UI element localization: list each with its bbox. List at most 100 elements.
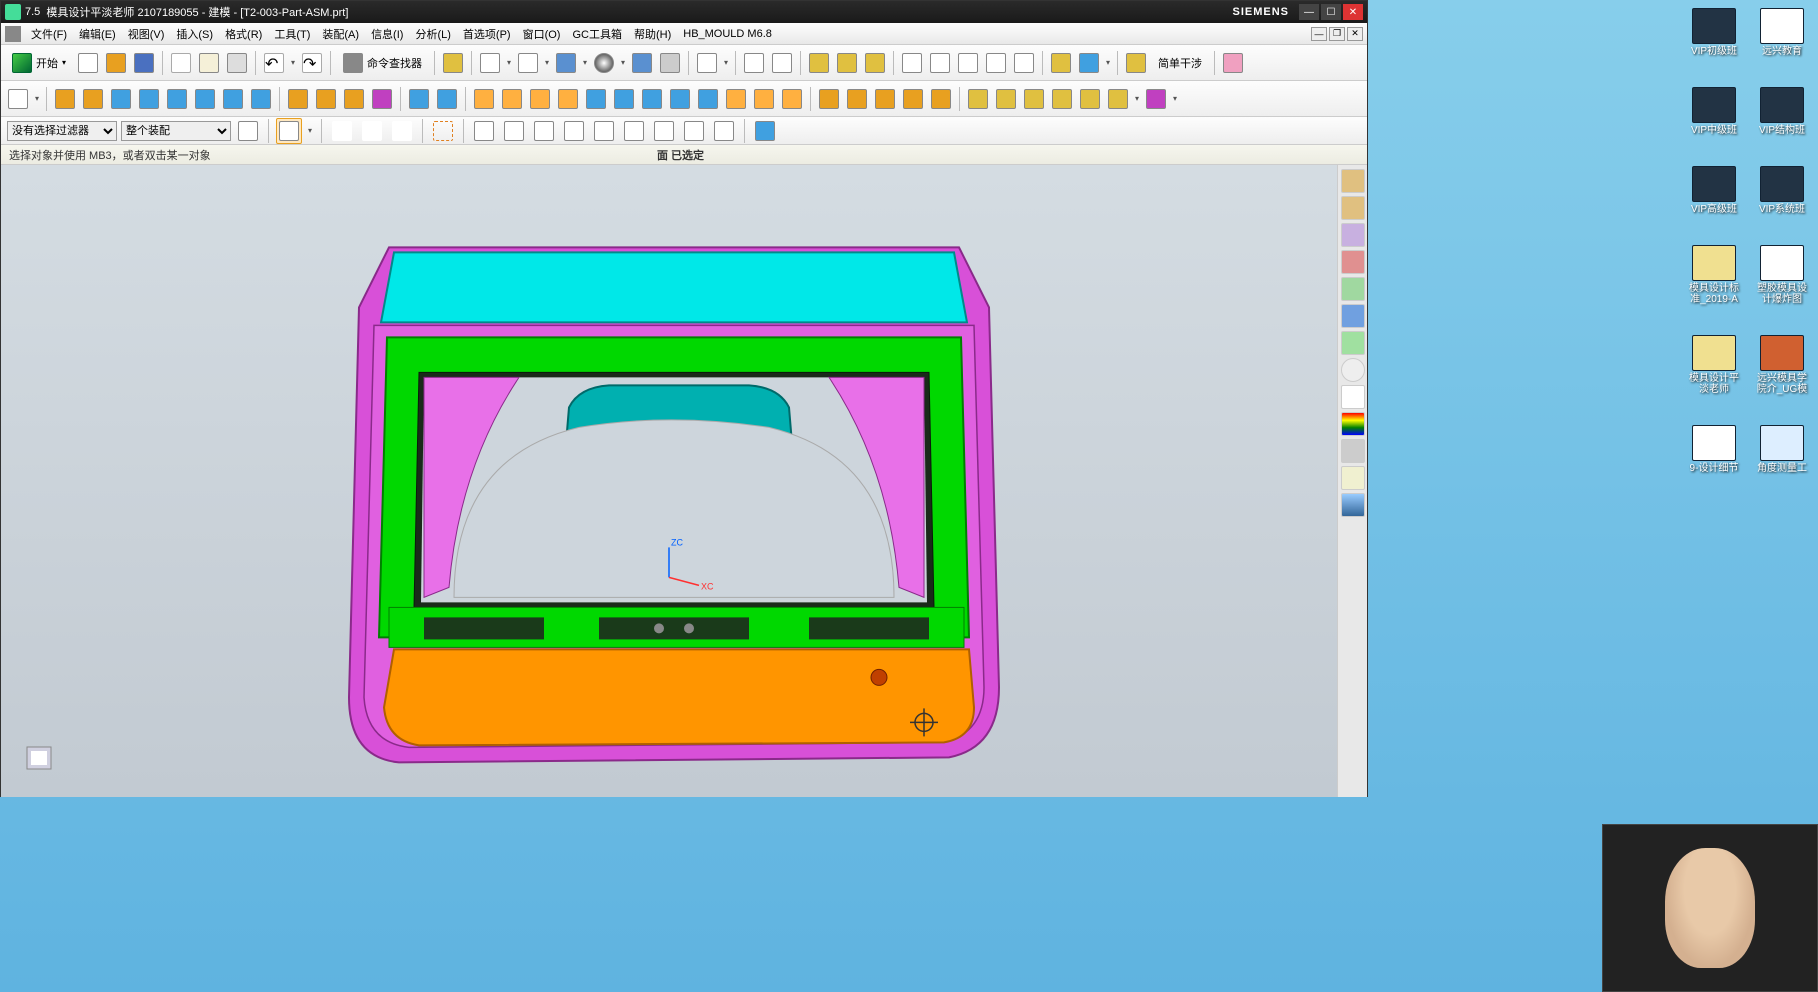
snap-pt4[interactable] [561, 118, 587, 144]
start-button[interactable]: 开始▾ [5, 50, 73, 76]
tb-chamfer[interactable] [499, 86, 525, 112]
tb-asm1[interactable] [440, 50, 466, 76]
tb-revolve[interactable] [248, 86, 274, 112]
tb-ghost[interactable] [657, 50, 683, 76]
desktop-icon-plastic[interactable]: 塑胶模具设计爆炸图 [1754, 245, 1810, 305]
tb-view2-dd[interactable]: ▾ [543, 50, 551, 76]
tb-mirror[interactable] [639, 86, 665, 112]
maximize-button[interactable]: ☐ [1321, 4, 1341, 20]
tb-wire[interactable] [629, 50, 655, 76]
tb-block[interactable] [164, 86, 190, 112]
desktop-icon-teacher[interactable]: 模具设计平淡老师 [1686, 335, 1742, 395]
tb-meas5[interactable] [1011, 50, 1037, 76]
sel-snap1[interactable] [276, 118, 302, 144]
simple-interfere-button[interactable]: 简单干涉 [1151, 50, 1209, 76]
tb-mold1[interactable] [965, 86, 991, 112]
tb-extend[interactable] [751, 86, 777, 112]
snap-pt3[interactable] [531, 118, 557, 144]
rb-nav[interactable] [1341, 169, 1365, 193]
tb-view1-dd[interactable]: ▾ [505, 50, 513, 76]
menu-gctoolbox[interactable]: GC工具箱 [566, 26, 628, 42]
rb-clock[interactable] [1341, 358, 1365, 382]
tb-sketch-dd[interactable]: ▾ [33, 86, 41, 112]
tb-layer-dd[interactable]: ▾ [722, 50, 730, 76]
tb-datum[interactable] [52, 86, 78, 112]
selection-filter-select[interactable]: 没有选择过滤器 [7, 121, 117, 141]
tb-shell[interactable] [555, 86, 581, 112]
tb-cone[interactable] [136, 86, 162, 112]
snap-pt1[interactable] [471, 118, 497, 144]
tb-mold5[interactable] [1077, 86, 1103, 112]
close-button[interactable]: ✕ [1343, 4, 1363, 20]
desktop-icon-std2019[interactable]: 模具设计标准_2019-A [1686, 245, 1742, 305]
tb-view2[interactable] [515, 50, 541, 76]
menu-format[interactable]: 格式(R) [219, 26, 268, 42]
sel-arrow[interactable] [235, 118, 261, 144]
sel-rect[interactable] [430, 118, 456, 144]
tb-part1[interactable] [806, 50, 832, 76]
tb-split[interactable] [369, 86, 395, 112]
tb-pattern[interactable] [667, 86, 693, 112]
tb-meas4[interactable] [983, 50, 1009, 76]
copy-button[interactable] [196, 50, 222, 76]
menu-help[interactable]: 帮助(H) [628, 26, 677, 42]
desktop-icon-intro[interactable]: 远兴模具学院介_UG模 [1754, 335, 1810, 395]
tb-sync[interactable] [1123, 50, 1149, 76]
tb-meas2[interactable] [927, 50, 953, 76]
rb-sheet[interactable] [1341, 466, 1365, 490]
menu-hbmould[interactable]: HB_MOULD M6.8 [677, 28, 778, 40]
tb-curvature[interactable] [1076, 50, 1102, 76]
open-file-button[interactable] [103, 50, 129, 76]
tb-sphere2[interactable] [220, 86, 246, 112]
tb-render-dd[interactable]: ▾ [619, 50, 627, 76]
tb-mold2[interactable] [993, 86, 1019, 112]
tb-surf4[interactable] [900, 86, 926, 112]
menu-window[interactable]: 窗口(O) [517, 26, 567, 42]
minimize-button[interactable]: — [1299, 4, 1319, 20]
rb-wifi[interactable] [1341, 304, 1365, 328]
desktop-icon-edu[interactable]: 远兴教育 [1754, 8, 1810, 57]
desktop-icon-angle[interactable]: 角度测量工 [1754, 425, 1810, 474]
tb-blend[interactable] [471, 86, 497, 112]
tb-wcs2[interactable] [769, 50, 795, 76]
menu-info[interactable]: 信息(I) [365, 26, 409, 42]
undo-dropdown[interactable]: ▾ [289, 50, 297, 76]
tb-unite[interactable] [285, 86, 311, 112]
rb-book[interactable] [1341, 331, 1365, 355]
mdi-restore[interactable]: ❐ [1329, 27, 1345, 41]
mdi-close[interactable]: ✕ [1347, 27, 1363, 41]
tb-render[interactable] [591, 50, 617, 76]
tb-pocket[interactable] [434, 86, 460, 112]
snap-pt2[interactable] [501, 118, 527, 144]
snap-pt6[interactable] [621, 118, 647, 144]
rb-color[interactable] [1341, 412, 1365, 436]
tb-extrude[interactable] [108, 86, 134, 112]
tb-meas3[interactable] [955, 50, 981, 76]
tb-draft2[interactable] [527, 86, 553, 112]
tb-mold6[interactable] [1105, 86, 1131, 112]
rb-part-nav[interactable] [1341, 196, 1365, 220]
menu-assembly[interactable]: 装配(A) [316, 26, 365, 42]
redo-button[interactable]: ↷ [299, 50, 325, 76]
tb-meas1[interactable] [899, 50, 925, 76]
tb-surf3[interactable] [872, 86, 898, 112]
new-file-button[interactable] [75, 50, 101, 76]
snap-pt7[interactable] [651, 118, 677, 144]
tb-offset[interactable] [583, 86, 609, 112]
sel-c2[interactable] [359, 118, 385, 144]
tb-subtract[interactable] [313, 86, 339, 112]
tb-hole[interactable] [406, 86, 432, 112]
tb-shade-dd[interactable]: ▾ [581, 50, 589, 76]
mdi-minimize[interactable]: — [1311, 27, 1327, 41]
wcs-display[interactable] [752, 118, 778, 144]
command-finder-button[interactable]: 命令查找器 [336, 50, 429, 76]
tb-wcs1[interactable] [741, 50, 767, 76]
menu-edit[interactable]: 编辑(E) [73, 26, 122, 42]
menu-prefs[interactable]: 首选项(P) [457, 26, 517, 42]
tb-draft[interactable] [1048, 50, 1074, 76]
rb-history[interactable] [1341, 277, 1365, 301]
tb-view1[interactable] [477, 50, 503, 76]
cut-button[interactable] [168, 50, 194, 76]
tb-surf5[interactable] [928, 86, 954, 112]
undo-button[interactable]: ↶ [261, 50, 287, 76]
